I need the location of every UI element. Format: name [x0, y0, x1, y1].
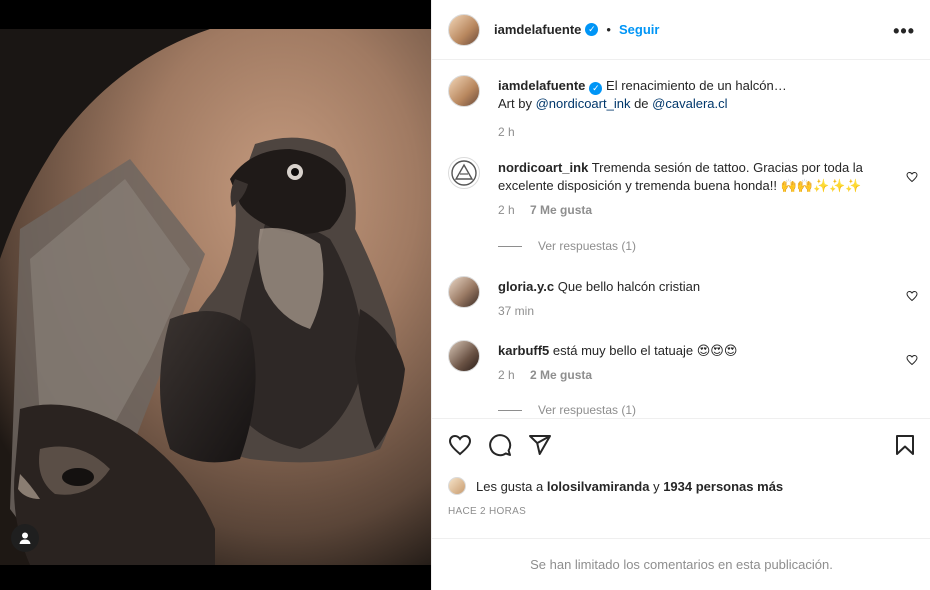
comment-likes[interactable]: 2 Me gusta [530, 368, 592, 382]
caption-text: El renacimiento de un halcón… [606, 78, 787, 93]
caption-art-by: Art by [498, 96, 532, 111]
more-options-icon[interactable]: ••• [893, 21, 915, 42]
send-icon[interactable] [528, 433, 552, 457]
comment-heart-icon[interactable] [906, 290, 918, 302]
verified-badge-icon: ✓ [589, 81, 603, 95]
comment-username[interactable]: gloria.y.c [498, 279, 554, 294]
caption-row: iamdelafuente ✓ El renacimiento de un hal… [448, 75, 918, 139]
comment-icon[interactable] [488, 433, 512, 457]
caption-username[interactable]: iamdelafuente [498, 78, 585, 93]
comment-username[interactable]: karbuff5 [498, 343, 549, 358]
logo-icon [451, 160, 477, 186]
likes-count[interactable]: 1934 personas más [663, 479, 783, 494]
studio-link[interactable]: @cavalera.cl [652, 96, 727, 111]
comment-row: karbuff5 está muy bello el tatuaje 😍😍😍 2… [448, 340, 918, 400]
post-timestamp[interactable]: HACE 2 HORAS [448, 506, 526, 517]
post-actions: Les gusta a lolosilvamiranda y 1934 pers… [432, 418, 930, 538]
user-tag-icon [19, 532, 31, 544]
liker-username[interactable]: lolosilvamiranda [547, 479, 650, 494]
comment-body: gloria.y.c Que bello halcón cristian 37 … [498, 278, 898, 320]
comment-avatar[interactable] [448, 276, 480, 308]
author-avatar[interactable] [448, 13, 480, 46]
comment-time: 37 min [498, 304, 535, 318]
author-username[interactable]: iamdelafuente [494, 22, 581, 37]
comment-username[interactable]: nordicoart_ink [498, 160, 588, 175]
bookmark-icon[interactable] [893, 433, 917, 457]
view-replies-button[interactable]: Ver respuestas (1) [498, 239, 636, 253]
comment-text: está muy bello el tatuaje 😍😍😍 [552, 343, 738, 358]
user-tag-button[interactable] [11, 524, 39, 552]
caption-de: de [634, 96, 649, 111]
comment-avatar[interactable] [448, 157, 480, 189]
verified-badge-icon: ✓ [585, 23, 599, 36]
caption-body: iamdelafuente ✓ El renacimiento de un hal… [498, 77, 898, 141]
likes-summary: Les gusta a lolosilvamiranda y 1934 pers… [448, 477, 783, 495]
post-image[interactable] [0, 29, 431, 565]
caption-avatar[interactable] [448, 75, 480, 107]
heart-icon[interactable] [448, 433, 472, 457]
comment-time: 2 h [498, 368, 515, 382]
comment-likes[interactable]: 7 Me gusta [530, 203, 592, 217]
likes-connector: y [653, 478, 660, 494]
comment-time: 2 h [498, 203, 515, 217]
replies-line [498, 409, 522, 411]
comment-body: nordicoart_ink Tremenda sesión de tattoo… [498, 159, 898, 219]
likes-prefix: Les gusta a [476, 478, 544, 494]
comment-avatar[interactable] [448, 340, 480, 372]
replies-label: Ver respuestas (1) [538, 239, 637, 253]
comment-heart-icon[interactable] [906, 354, 918, 366]
post-details-panel: iamdelafuente ✓ • Seguir ••• iamdelafuen… [431, 0, 930, 590]
comments-limited-notice: Se han limitado los comentarios en esta … [432, 538, 930, 590]
comment-body: karbuff5 está muy bello el tatuaje 😍😍😍 2… [498, 342, 898, 384]
replies-line [498, 245, 522, 247]
artist-link[interactable]: @nordicoart_ink [536, 96, 631, 111]
separator-dot: • [606, 22, 611, 37]
comment-heart-icon[interactable] [906, 171, 918, 183]
caption-time: 2 h [498, 125, 515, 139]
replies-label: Ver respuestas (1) [538, 403, 637, 417]
post-header: iamdelafuente ✓ • Seguir ••• [432, 0, 930, 60]
comment-text: Que bello halcón cristian [557, 279, 701, 294]
comments-list[interactable]: iamdelafuente ✓ El renacimiento de un hal… [432, 61, 930, 417]
follow-button[interactable]: Seguir [619, 22, 659, 37]
post-media-panel [0, 0, 431, 590]
comment-row: gloria.y.c Que bello halcón cristian 37 … [448, 276, 918, 326]
liker-avatar[interactable] [448, 477, 466, 495]
view-replies-button[interactable]: Ver respuestas (1) [498, 403, 636, 417]
